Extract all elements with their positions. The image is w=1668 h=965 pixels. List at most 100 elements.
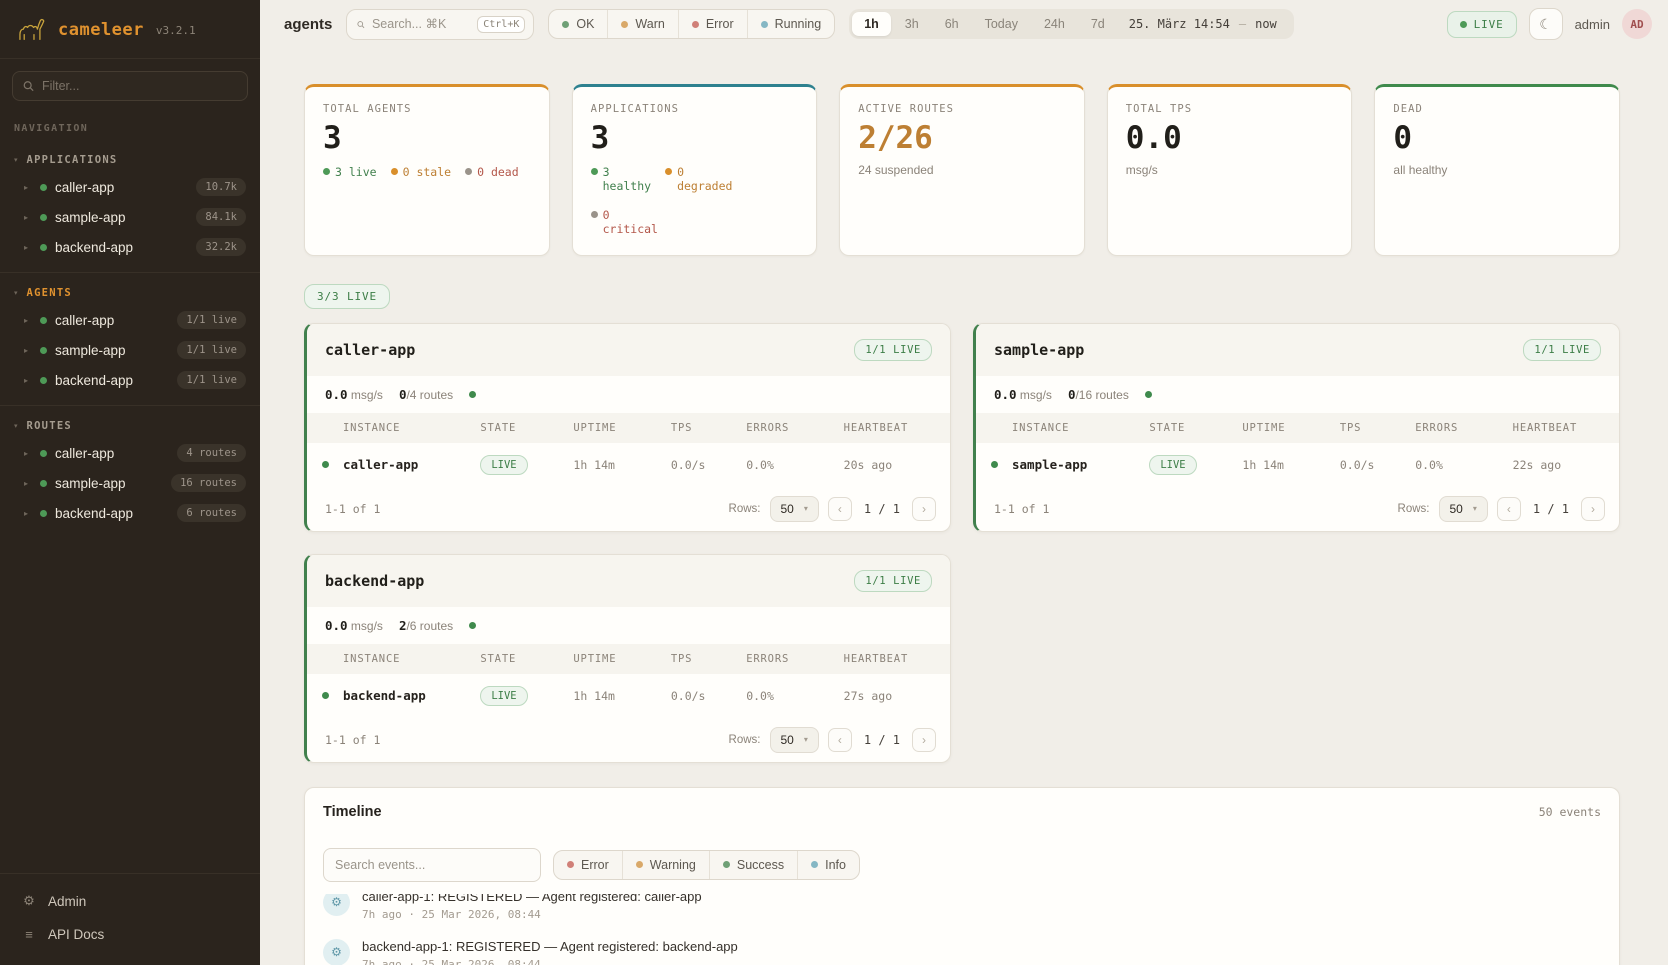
timeline-events-viewport[interactable]: ⚙caller-app-1: REGISTERED — Agent regist… <box>305 894 1619 965</box>
legend-dot-icon <box>323 168 330 175</box>
status-dot-icon <box>40 450 47 457</box>
status-filter-error[interactable]: Error <box>678 10 747 38</box>
search-icon <box>357 18 365 31</box>
app-name: cameleer <box>58 20 144 40</box>
status-filter-running[interactable]: Running <box>747 10 835 38</box>
legend-dot-icon <box>665 168 672 175</box>
timeline-event-row[interactable]: ⚙caller-app-1: REGISTERED — Agent regist… <box>305 894 1619 930</box>
sidebar-footer-admin[interactable]: ⚙Admin <box>0 884 260 918</box>
app-card-caller-app: caller-app1/1 LIVE0.0 msg/s0/4 routesINS… <box>304 323 951 532</box>
stat-value: 3 <box>591 121 799 155</box>
app-card-header: sample-app1/1 LIVE <box>976 324 1619 376</box>
app-card-backend-app: backend-app1/1 LIVE0.0 msg/s2/6 routesIN… <box>304 554 951 763</box>
sidebar-filter-input[interactable] <box>42 79 237 93</box>
stat-label: TOTAL AGENTS <box>323 103 531 115</box>
status-filter-label: Error <box>706 17 734 31</box>
menu-icon: ≡ <box>22 927 36 942</box>
chevron-right-icon: › <box>922 502 926 516</box>
column-header-tps: TPS <box>671 422 746 434</box>
sidebar-item-backend-app[interactable]: ▸backend-app6 routes <box>0 498 260 528</box>
sidebar-item-backend-app[interactable]: ▸backend-app32.2k <box>0 232 260 262</box>
timeline-search-input[interactable] <box>335 858 529 872</box>
instances-table-header: INSTANCESTATEUPTIMETPSERRORSHEARTBEAT <box>307 413 950 443</box>
time-range-7d[interactable]: 7d <box>1079 12 1117 36</box>
section-header-routes[interactable]: ▾ROUTES <box>0 414 260 438</box>
time-range-1h[interactable]: 1h <box>852 12 891 36</box>
camel-logo-icon <box>14 16 48 44</box>
status-filter-warn[interactable]: Warn <box>607 10 677 38</box>
instance-errors: 0.0% <box>1415 458 1512 472</box>
app-name: sample-app <box>994 341 1084 359</box>
sidebar-item-label: backend-app <box>55 506 169 521</box>
legend-dot-icon <box>591 211 598 218</box>
global-search[interactable]: Ctrl+K <box>346 9 534 40</box>
prev-page-button[interactable]: ‹ <box>828 497 852 521</box>
sidebar-item-badge: 6 routes <box>177 504 246 522</box>
rows-per-page-select[interactable]: 50▾ <box>770 496 819 522</box>
instance-row-sample-app[interactable]: sample-appLIVE1h 14m0.0/s0.0%22s ago <box>976 443 1619 487</box>
chevron-down-icon: ▾ <box>14 156 18 164</box>
rows-per-page-value: 50 <box>781 733 794 747</box>
instance-row-backend-app[interactable]: backend-appLIVE1h 14m0.0/s0.0%27s ago <box>307 674 950 718</box>
legend-item: 0critical <box>591 208 658 237</box>
next-page-button[interactable]: › <box>912 728 936 752</box>
next-page-button[interactable]: › <box>1581 497 1605 521</box>
prev-page-button[interactable]: ‹ <box>828 728 852 752</box>
time-range-text: 25. März 14:54 <box>1129 17 1230 31</box>
instances-table-header: INSTANCESTATEUPTIMETPSERRORSHEARTBEAT <box>307 644 950 674</box>
sidebar-item-caller-app[interactable]: ▸caller-app4 routes <box>0 438 260 468</box>
sidebar-filter[interactable] <box>12 71 248 101</box>
status-filter-ok[interactable]: OK <box>549 10 607 38</box>
rows-per-page-select[interactable]: 50▾ <box>770 727 819 753</box>
timeline-filter-label: Success <box>737 858 784 872</box>
sidebar-item-badge: 1/1 live <box>177 311 246 329</box>
sidebar-item-sample-app[interactable]: ▸sample-app84.1k <box>0 202 260 232</box>
timeline-search[interactable] <box>323 848 541 882</box>
next-page-button[interactable]: › <box>912 497 936 521</box>
status-dot-icon <box>723 861 730 868</box>
time-range-24h[interactable]: 24h <box>1032 12 1077 36</box>
moon-icon: ☾ <box>1539 16 1552 33</box>
column-header-heartbeat: HEARTBEAT <box>1513 422 1619 434</box>
sidebar-item-backend-app[interactable]: ▸backend-app1/1 live <box>0 365 260 395</box>
legend-num: 3 <box>335 165 342 179</box>
section-header-applications[interactable]: ▾APPLICATIONS <box>0 148 260 172</box>
app-name: backend-app <box>325 572 424 590</box>
instance-state-badge: LIVE <box>480 455 527 475</box>
timeline-filter-info[interactable]: Info <box>797 851 859 879</box>
column-header-errors: ERRORS <box>746 422 843 434</box>
status-filter-group: OKWarn Error Running <box>548 9 835 39</box>
global-search-input[interactable] <box>372 17 470 31</box>
sidebar-footer-api-docs[interactable]: ≡API Docs <box>0 918 260 951</box>
section-header-agents[interactable]: ▾AGENTS <box>0 281 260 305</box>
sidebar-section-routes: ▾ROUTES▸caller-app4 routes▸sample-app16 … <box>0 406 260 538</box>
sidebar-item-sample-app[interactable]: ▸sample-app16 routes <box>0 468 260 498</box>
sidebar-item-caller-app[interactable]: ▸caller-app10.7k <box>0 172 260 202</box>
stat-card-dead: DEAD0all healthy <box>1374 84 1620 256</box>
sidebar-item-caller-app[interactable]: ▸caller-app1/1 live <box>0 305 260 335</box>
legend-text: live <box>349 165 377 179</box>
legend-num: 0 <box>677 165 732 179</box>
time-now-label: now <box>1255 17 1277 31</box>
avatar[interactable]: AD <box>1622 9 1652 39</box>
status-dot-icon <box>761 21 768 28</box>
timeline-filter-warning[interactable]: Warning <box>622 851 709 879</box>
prev-page-button[interactable]: ‹ <box>1497 497 1521 521</box>
time-range-3h[interactable]: 3h <box>893 12 931 36</box>
rows-per-page-select[interactable]: 50▾ <box>1439 496 1488 522</box>
theme-toggle-button[interactable]: ☾ <box>1529 8 1563 40</box>
app-live-badge: 1/1 LIVE <box>854 339 932 361</box>
search-icon <box>23 80 34 92</box>
timeline-filter-success[interactable]: Success <box>709 851 797 879</box>
row-range-text: 1-1 of 1 <box>994 502 1049 516</box>
timeline-filter-error[interactable]: Error <box>554 851 622 879</box>
column-header-instance: INSTANCE <box>343 422 480 434</box>
sidebar-item-sample-app[interactable]: ▸sample-app1/1 live <box>0 335 260 365</box>
time-range-6h[interactable]: 6h <box>933 12 971 36</box>
sidebar-item-badge: 1/1 live <box>177 341 246 359</box>
time-range-today[interactable]: Today <box>973 12 1030 36</box>
timeline-event-row[interactable]: ⚙backend-app-1: REGISTERED — Agent regis… <box>305 930 1619 965</box>
legend-num: 3 <box>603 165 651 179</box>
sidebar-section-agents: ▾AGENTS▸caller-app1/1 live▸sample-app1/1… <box>0 273 260 406</box>
instance-row-caller-app[interactable]: caller-appLIVE1h 14m0.0/s0.0%20s ago <box>307 443 950 487</box>
